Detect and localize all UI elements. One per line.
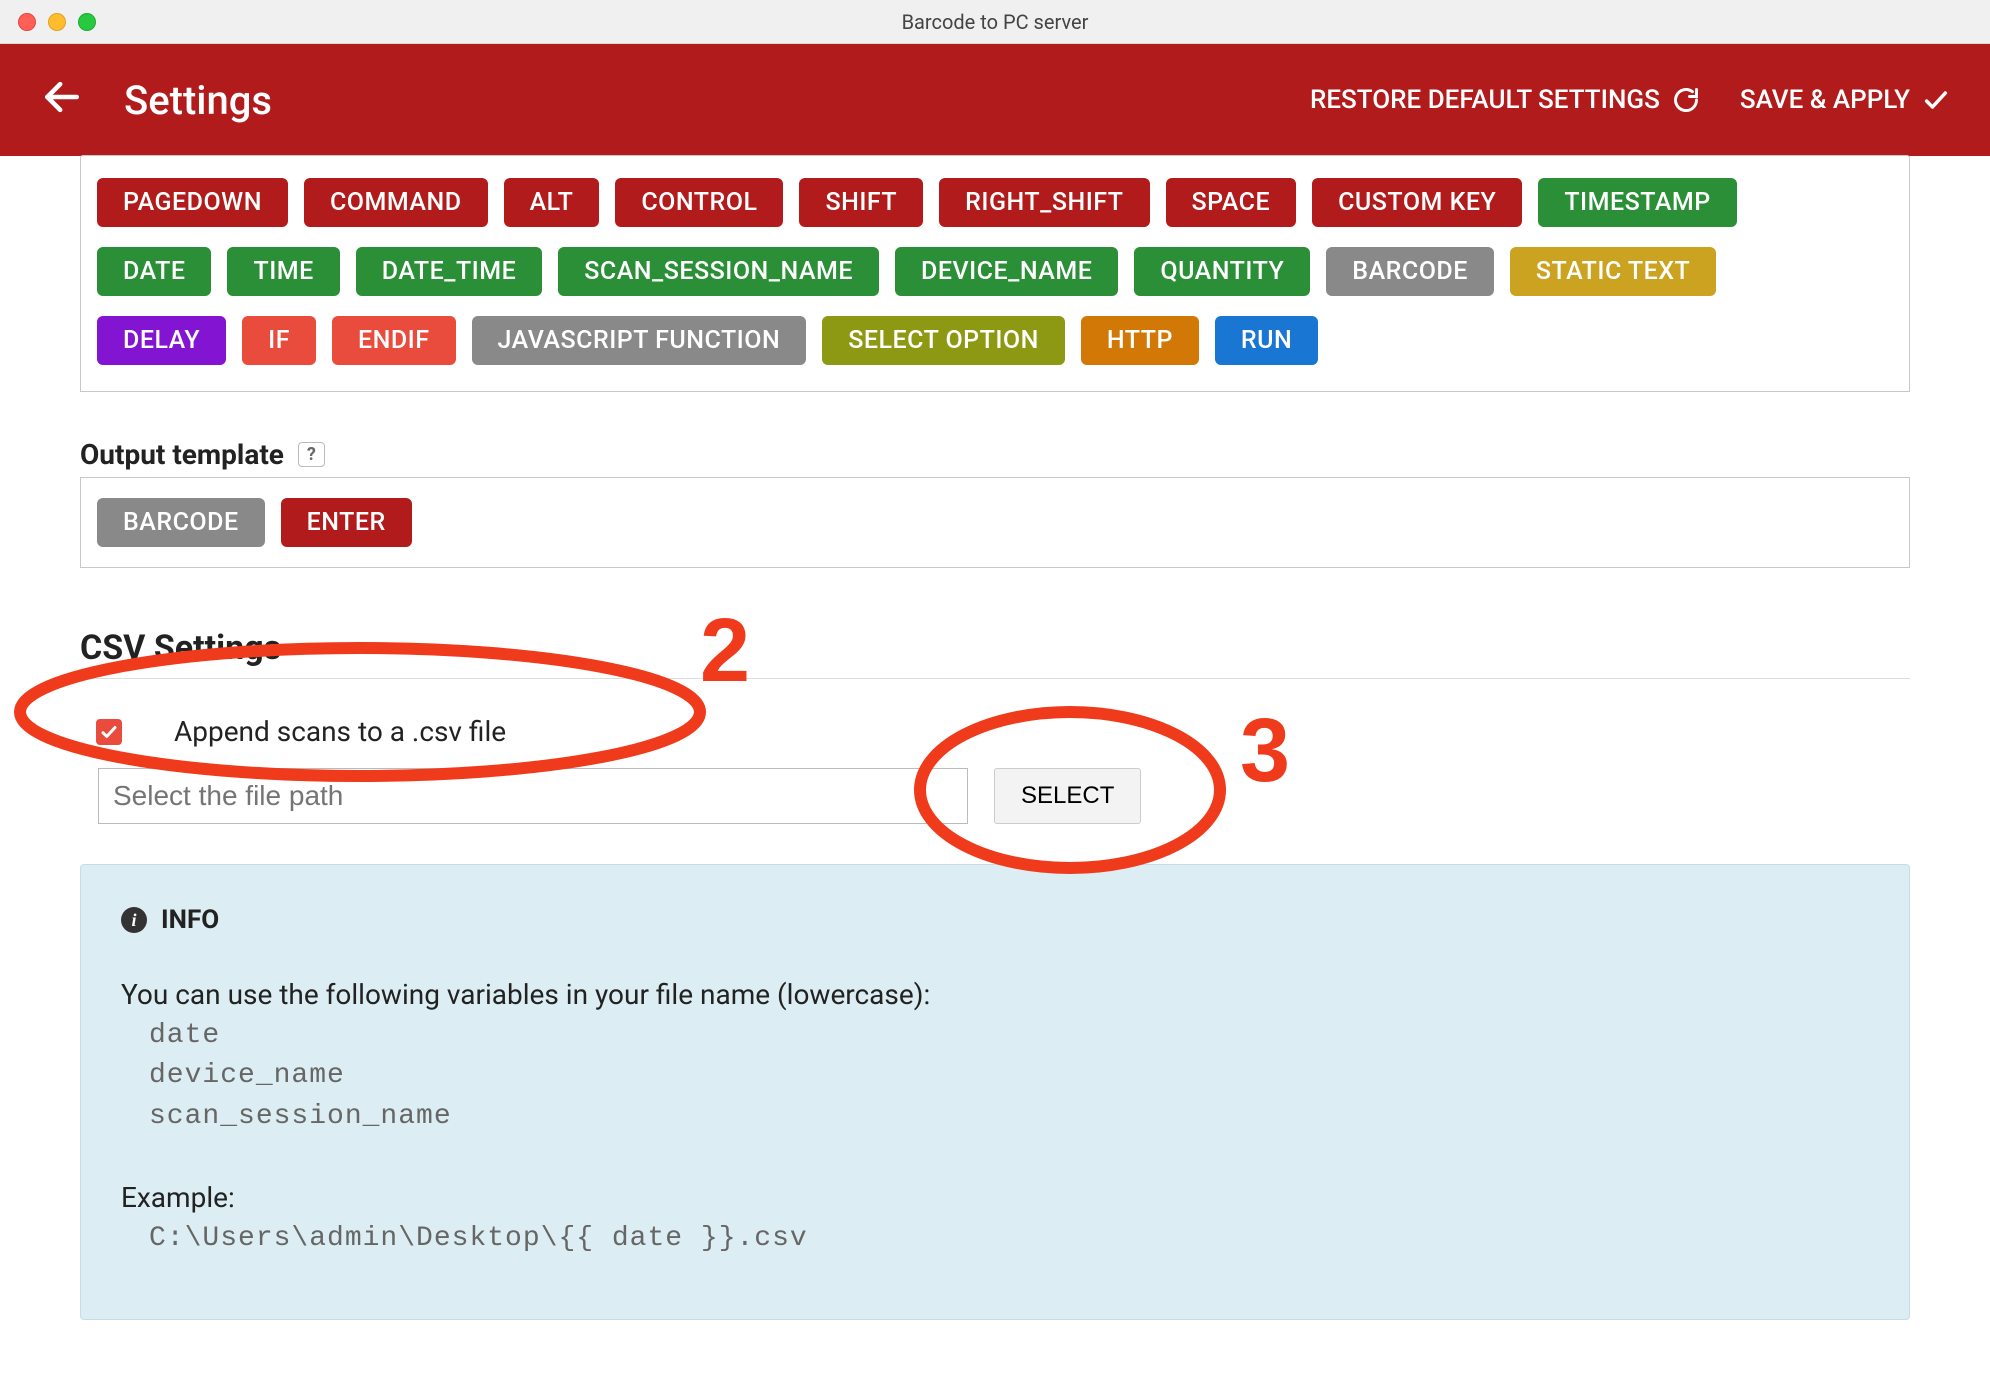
annotation-overlay bbox=[0, 0, 1990, 1352]
